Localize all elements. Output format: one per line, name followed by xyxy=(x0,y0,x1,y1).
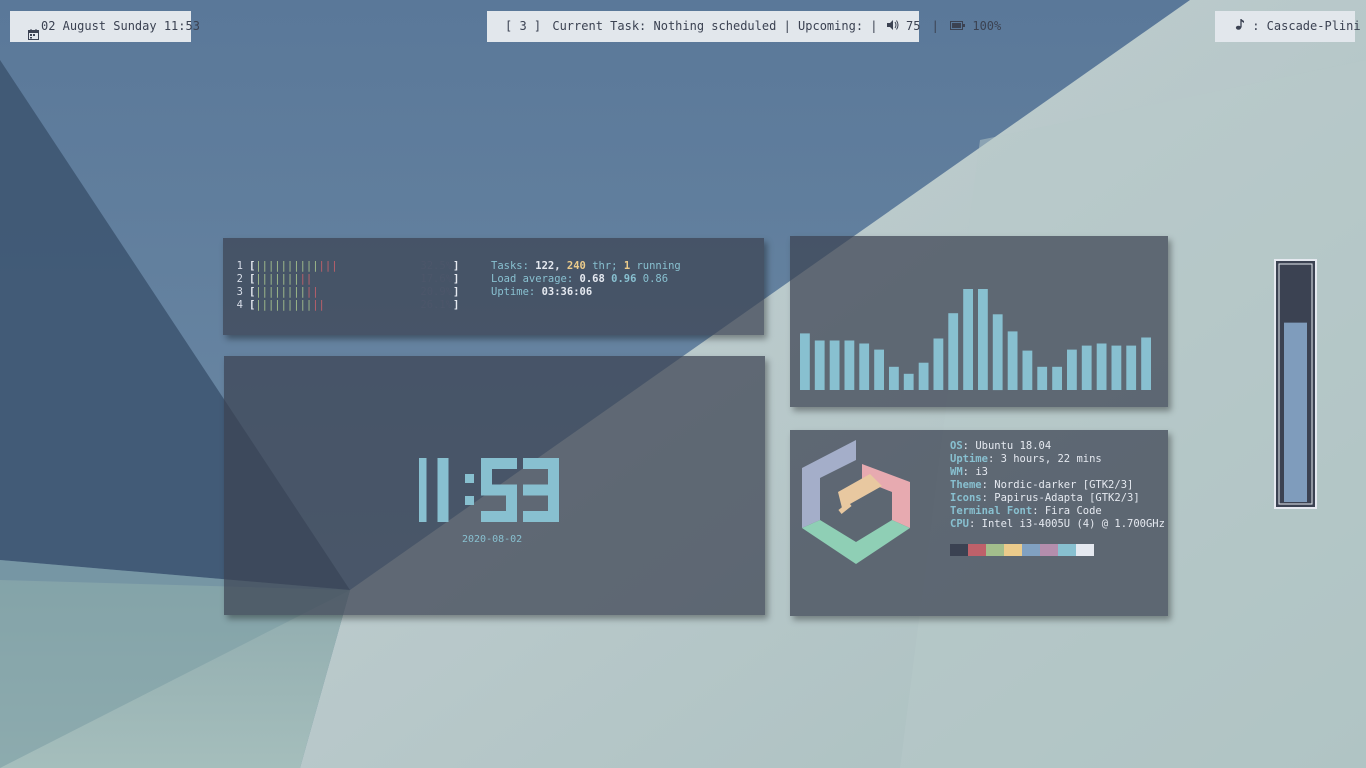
visualizer-bar xyxy=(1007,331,1018,390)
visualizer-bar xyxy=(1141,337,1151,390)
visualizer-bar xyxy=(1052,366,1062,390)
tasks-line: Tasks: 122, 240 thr; 1 running xyxy=(491,260,681,272)
battery-icon xyxy=(950,11,966,42)
date-text: 02 August Sunday 11:53 xyxy=(41,19,200,33)
visualizer-bar xyxy=(829,340,840,390)
color-swatch xyxy=(950,544,968,556)
color-swatch xyxy=(1040,544,1058,556)
system-info-line: Terminal Font: Fira Code xyxy=(950,505,1102,517)
uptime-line: Uptime: 03:36:06 xyxy=(491,286,593,298)
visualizer-bar xyxy=(1022,350,1033,390)
color-palette xyxy=(950,544,1094,556)
volume-value: 75 xyxy=(905,19,921,33)
pop-os-style-logo-icon xyxy=(802,440,910,564)
htop-window[interactable]: 1 [||||||||||||| 32.5%] 2 [||||||||| 17.6%… xyxy=(223,238,764,335)
visualizer-bar xyxy=(918,362,929,390)
battery-value: 100% xyxy=(972,19,1002,33)
visualizer-bar xyxy=(1081,345,1092,390)
visualizer-bars xyxy=(800,289,1151,391)
cpu-meter-3: 3 [|||||||||| 20.9%] xyxy=(236,286,460,298)
visualizer-bar xyxy=(844,340,855,390)
gauge-empty xyxy=(1284,266,1307,323)
visualizer-bar xyxy=(1037,366,1048,390)
system-info: OS: Ubuntu 18.04 Uptime: 3 hours, 22 mins… xyxy=(950,440,1165,531)
topbar-status[interactable]: [ 3 ] Current Task: Nothing scheduled | … xyxy=(487,11,1001,42)
workspace-indicator[interactable]: [ 3 ] xyxy=(505,19,541,33)
visualizer-bar xyxy=(1096,343,1107,390)
clock-time xyxy=(419,458,559,522)
system-info-line: Theme: Nordic-darker [GTK2/3] xyxy=(950,479,1134,491)
visualizer-bar xyxy=(963,289,973,390)
visualizer-bar xyxy=(948,313,959,390)
visualizer-bar xyxy=(1067,349,1077,390)
color-swatch xyxy=(1022,544,1040,556)
visualizer-bar xyxy=(874,349,884,390)
color-swatch xyxy=(968,544,986,556)
visualizer-bar xyxy=(859,343,870,390)
color-swatch xyxy=(1076,544,1094,556)
color-swatch xyxy=(1058,544,1076,556)
cpu-meter-2: 2 [||||||||| 17.6%] xyxy=(236,273,460,285)
upcoming-label: Upcoming: | xyxy=(798,19,878,33)
load-line: Load average: 0.68 0.96 0.86 xyxy=(491,273,669,285)
neofetch-window[interactable]: OS: Ubuntu 18.04 Uptime: 3 hours, 22 mins… xyxy=(790,430,1168,616)
music-note-icon xyxy=(1235,11,1244,42)
system-info-line: Icons: Papirus-Adapta [GTK2/3] xyxy=(950,492,1140,504)
color-swatch xyxy=(986,544,1004,556)
cpu-meter-4: 4 [||||||||||| 26.1%] xyxy=(236,299,460,311)
topbar-music[interactable]: : Cascade-Plini xyxy=(1215,11,1361,42)
visualizer-bar xyxy=(889,366,899,390)
volume-icon[interactable] xyxy=(886,11,899,42)
audio-visualizer-window[interactable] xyxy=(790,236,1168,407)
separator: | xyxy=(783,19,799,33)
visualizer-bar xyxy=(1126,345,1137,390)
visualizer-bar xyxy=(1111,345,1122,390)
system-info-line: Uptime: 3 hours, 22 mins xyxy=(950,453,1102,465)
now-playing: : Cascade-Plini xyxy=(1252,19,1361,33)
visualizer-bar xyxy=(814,340,825,390)
separator-2: | xyxy=(931,19,939,33)
visualizer-bar xyxy=(800,333,810,390)
topbar-date[interactable]: 02 August Sunday 11:53 xyxy=(10,11,200,42)
level-gauge xyxy=(1274,259,1317,509)
visualizer-bar xyxy=(903,373,914,390)
cpu-meter-1: 1 [||||||||||||| 32.5%] xyxy=(236,260,460,272)
htop-stats: Tasks: 122, 240 thr; 1 running Load aver… xyxy=(491,260,681,299)
visualizer-bar xyxy=(992,314,1003,391)
clock-date: 2020-08-02 xyxy=(462,534,523,545)
system-info-line: WM: i3 xyxy=(950,466,988,478)
system-info-line: CPU: Intel i3-4005U (4) @ 1.700GHz xyxy=(950,518,1165,530)
calendar-icon xyxy=(28,21,39,52)
visualizer-bar xyxy=(933,338,944,390)
clock-window[interactable]: 2020-08-02 xyxy=(224,356,765,615)
color-swatch xyxy=(1004,544,1022,556)
system-info-line: OS: Ubuntu 18.04 xyxy=(950,440,1052,452)
visualizer-bar xyxy=(978,289,988,390)
gauge-fill xyxy=(1284,322,1307,502)
current-task: Current Task: Nothing scheduled xyxy=(552,19,777,33)
